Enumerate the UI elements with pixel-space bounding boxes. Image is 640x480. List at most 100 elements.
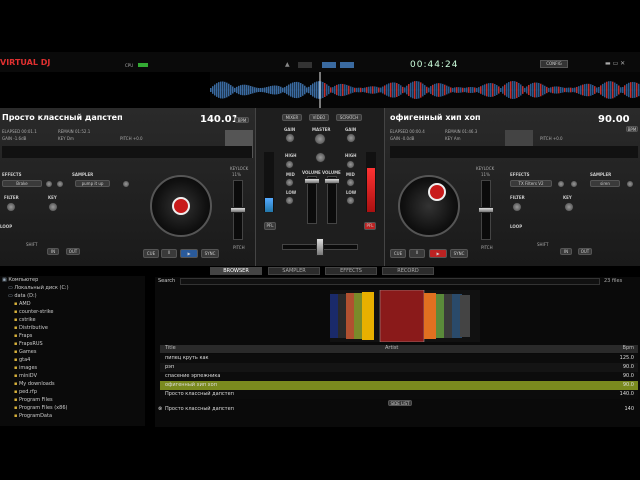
- left-in-button[interactable]: IN: [47, 248, 59, 255]
- tab-video[interactable]: VIDEO: [309, 114, 329, 121]
- left-jog-center[interactable]: [172, 197, 190, 215]
- left-gain: GAIN -1.6dB: [2, 136, 27, 141]
- right-sampler-label: SAMPLER: [590, 172, 612, 177]
- left-sync-button[interactable]: SYNC: [201, 249, 219, 258]
- mixer-master-knob[interactable]: [314, 133, 326, 145]
- cover-flow[interactable]: [330, 290, 480, 342]
- tree-item[interactable]: ▪ gta4: [0, 356, 145, 364]
- left-sampler-select[interactable]: pump it up: [75, 180, 110, 187]
- left-fx-knob-1[interactable]: [45, 180, 53, 188]
- tree-item[interactable]: ▪ Games: [0, 348, 145, 356]
- tree-item[interactable]: ▪ My downloads: [0, 380, 145, 388]
- left-bpm-button[interactable]: BPM: [235, 117, 249, 123]
- track-title: спасение эрпежника: [165, 373, 221, 379]
- right-pitch-cap[interactable]: [478, 207, 494, 213]
- triangle-icon[interactable]: ▲: [285, 61, 290, 68]
- tree-item[interactable]: ▪ FrapsRUS: [0, 340, 145, 348]
- tree-item[interactable]: ▪ counter-strike: [0, 308, 145, 316]
- window-controls[interactable]: ▬ ▭ ✕: [605, 60, 625, 67]
- mixer-high-left-knob[interactable]: [285, 160, 294, 169]
- mixer-volume-left-cap[interactable]: [304, 178, 320, 184]
- right-fx-knob-1[interactable]: [557, 180, 565, 188]
- mixer-headphone-knob[interactable]: [315, 152, 326, 163]
- mixer-low-left-knob[interactable]: [285, 196, 294, 205]
- tree-item[interactable]: ▪ Program Files: [0, 396, 145, 404]
- right-pause-button[interactable]: ll: [409, 249, 425, 258]
- table-row[interactable]: рэп 90.0: [160, 363, 638, 372]
- col-artist[interactable]: Artist: [385, 345, 398, 351]
- left-effect-select[interactable]: Brake: [2, 180, 42, 187]
- tab-browser[interactable]: BROWSER: [210, 267, 262, 275]
- tree-item[interactable]: ▪ cstrike: [0, 316, 145, 324]
- right-fx-knob-2[interactable]: [570, 180, 578, 188]
- right-jogwheel[interactable]: [398, 175, 460, 237]
- waveform-display[interactable]: [210, 72, 640, 108]
- left-play-button[interactable]: ▶: [180, 249, 198, 258]
- left-pause-button[interactable]: ll: [161, 249, 177, 258]
- right-cue-button[interactable]: CUE: [390, 249, 406, 258]
- tab-effects[interactable]: EFFECTS: [325, 267, 377, 275]
- left-pitch-cap[interactable]: [230, 207, 246, 213]
- left-filter-knob[interactable]: [6, 202, 16, 212]
- mixer-gain-left-knob[interactable]: [285, 133, 295, 143]
- tab-scratch[interactable]: SCRATCH: [336, 114, 362, 121]
- col-title[interactable]: Title: [165, 345, 176, 351]
- folder-tree[interactable]: ▣ Компьютер ▭ Локальный диск (C:) ▭ data (…: [0, 276, 145, 426]
- right-key-knob[interactable]: [564, 202, 574, 212]
- right-sampler-select[interactable]: siren: [590, 180, 620, 187]
- right-in-button[interactable]: IN: [560, 248, 572, 255]
- mixer-pfl-left[interactable]: PFL: [264, 222, 276, 230]
- table-row[interactable]: офигенный хип хоп 90.0: [160, 381, 638, 390]
- tree-item[interactable]: ▪ Distributive: [0, 324, 145, 332]
- search-input[interactable]: [180, 278, 600, 285]
- col-bpm[interactable]: Bpm: [623, 345, 634, 351]
- table-row[interactable]: Просто классный дапстеп 140.0: [160, 390, 638, 399]
- left-key-knob[interactable]: [48, 202, 58, 212]
- left-sampler-vol-knob[interactable]: [122, 180, 130, 188]
- right-bpm-button[interactable]: BPM: [626, 126, 638, 132]
- tree-item[interactable]: ▪ Program Files (x86): [0, 404, 145, 412]
- mixer-pfl-right[interactable]: PFL: [364, 222, 376, 230]
- left-filter-label: FILTER: [4, 195, 19, 200]
- tab-mixer[interactable]: MIXER: [282, 114, 302, 121]
- sidelist-row[interactable]: ⊗ Просто классный дапстеп 140: [158, 405, 638, 413]
- right-out-button[interactable]: OUT: [578, 248, 592, 255]
- tree-item[interactable]: ▪ AMD: [0, 300, 145, 308]
- tree-item[interactable]: ▪ images: [0, 364, 145, 372]
- mixer-mid-right-knob[interactable]: [346, 178, 355, 187]
- tree-item[interactable]: ▭ Локальный диск (C:): [0, 284, 145, 292]
- left-fx-knob-2[interactable]: [56, 180, 64, 188]
- mixer-volume-right-cap[interactable]: [324, 178, 340, 184]
- right-play-button[interactable]: ▶: [429, 249, 447, 258]
- left-mini-wave[interactable]: [2, 146, 252, 158]
- tree-item[interactable]: ▪ Fraps: [0, 332, 145, 340]
- tree-item[interactable]: ▪ ProgramData: [0, 412, 145, 420]
- zoom-button[interactable]: [322, 62, 336, 68]
- right-sampler-vol-knob[interactable]: [626, 180, 634, 188]
- mixer-gain-right-label: GAIN: [345, 127, 357, 132]
- right-sync-button[interactable]: SYNC: [450, 249, 468, 258]
- tab-record[interactable]: RECORD: [382, 267, 434, 275]
- mixer-low-right-knob[interactable]: [346, 196, 355, 205]
- left-cue-button[interactable]: CUE: [143, 249, 159, 258]
- zoom-out-button[interactable]: [298, 62, 312, 68]
- right-jog-center[interactable]: [428, 183, 446, 201]
- tree-item[interactable]: ▪ ped.rfp: [0, 388, 145, 396]
- tab-sampler[interactable]: SAMPLER: [268, 267, 320, 275]
- tree-item[interactable]: ▭ data (D:): [0, 292, 145, 300]
- zoom-in-button[interactable]: [340, 62, 354, 68]
- tree-item[interactable]: ▣ Компьютер: [0, 276, 145, 284]
- mixer-high-right-knob[interactable]: [346, 160, 355, 169]
- right-filter-knob[interactable]: [512, 202, 522, 212]
- config-button[interactable]: CONFIG: [540, 60, 568, 68]
- right-filter-label: FILTER: [510, 195, 525, 200]
- right-mini-wave[interactable]: [390, 146, 638, 158]
- crossfader-cap[interactable]: [316, 238, 324, 256]
- table-row[interactable]: спасение эрпежника 90.0: [160, 372, 638, 381]
- left-out-button[interactable]: OUT: [66, 248, 80, 255]
- table-row[interactable]: пипец круть как 125.0: [160, 354, 638, 363]
- right-effect-select[interactable]: TX Filters V2: [510, 180, 552, 187]
- mixer-mid-left-knob[interactable]: [285, 178, 294, 187]
- mixer-gain-right-knob[interactable]: [346, 133, 356, 143]
- tree-item[interactable]: ▪ miniDV: [0, 372, 145, 380]
